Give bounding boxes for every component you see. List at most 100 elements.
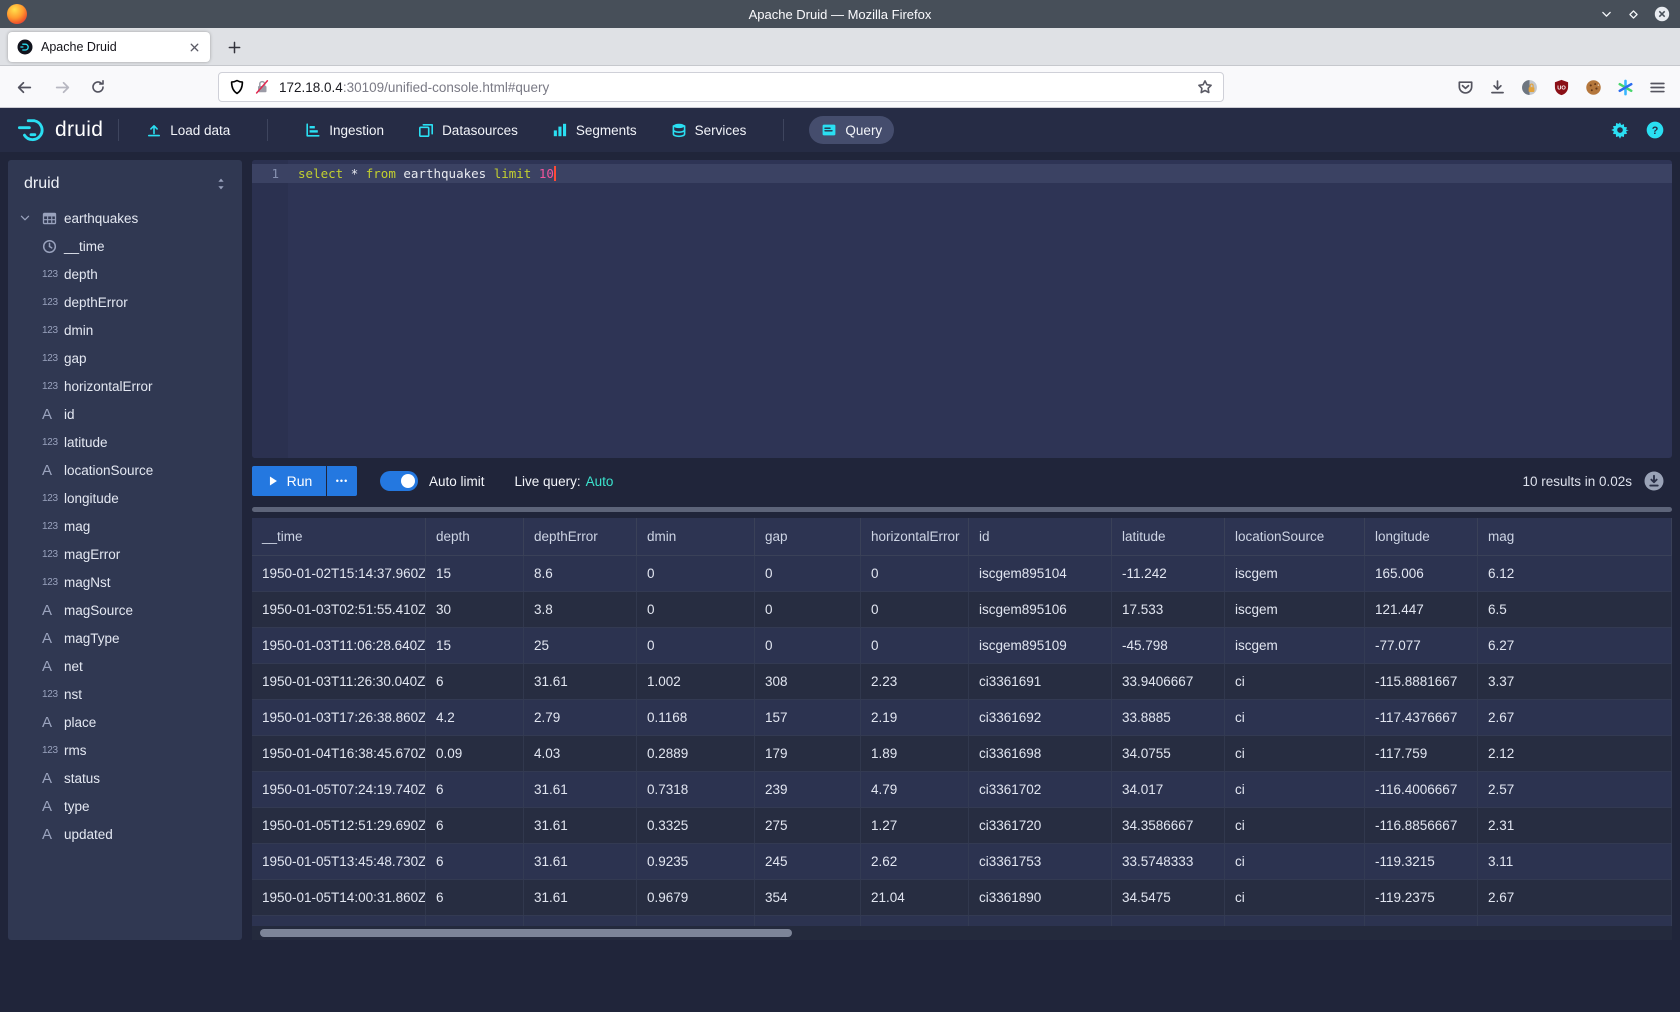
- menu-icon[interactable]: [1649, 79, 1666, 96]
- table-cell[interactable]: 179: [755, 736, 861, 771]
- column-header-locationSource[interactable]: locationSource: [1225, 518, 1365, 555]
- table-cell[interactable]: 3.8: [524, 592, 637, 627]
- table-cell[interactable]: 0.9679: [637, 880, 755, 915]
- pocket-icon[interactable]: [1457, 79, 1474, 96]
- table-cell[interactable]: 1950-01-05T14:00:31.860Z: [252, 880, 426, 915]
- table-cell[interactable]: 1950-01-03T02:51:55.410Z: [252, 592, 426, 627]
- table-cell[interactable]: 0.09: [426, 736, 524, 771]
- table-cell[interactable]: 1.002: [637, 664, 755, 699]
- sidebar-column-magError[interactable]: 123magError: [8, 540, 242, 568]
- table-cell[interactable]: iscgem: [1225, 556, 1365, 591]
- window-maximize-icon[interactable]: [1627, 8, 1640, 21]
- table-cell[interactable]: 308: [755, 664, 861, 699]
- sidebar-column-mag[interactable]: 123mag: [8, 512, 242, 540]
- table-cell[interactable]: -116.4006667: [1365, 772, 1478, 807]
- table-cell[interactable]: 6.12: [1478, 556, 1672, 591]
- table-cell[interactable]: 2.79: [524, 700, 637, 735]
- table-cell[interactable]: 33.9406667: [1112, 664, 1225, 699]
- sidebar-column-updated[interactable]: Aupdated: [8, 820, 242, 848]
- table-cell[interactable]: ci: [1225, 808, 1365, 843]
- table-cell[interactable]: 0.2889: [637, 736, 755, 771]
- table-cell[interactable]: iscgem895109: [969, 628, 1112, 663]
- table-cell[interactable]: 31.61: [524, 844, 637, 879]
- sql-query-text[interactable]: select * from earthquakes limit 10: [298, 164, 556, 183]
- table-cell[interactable]: 0: [637, 628, 755, 663]
- table-cell[interactable]: 3.11: [1478, 844, 1672, 879]
- sidebar-column-magNst[interactable]: 123magNst: [8, 568, 242, 596]
- table-cell[interactable]: 2.12: [1478, 736, 1672, 771]
- table-cell[interactable]: 30: [426, 592, 524, 627]
- table-cell[interactable]: 8.6: [524, 556, 637, 591]
- ublock-origin-icon[interactable]: UO: [1553, 79, 1570, 96]
- table-cell[interactable]: 34.0755: [1112, 736, 1225, 771]
- column-header-time[interactable]: __time: [252, 518, 426, 555]
- sidebar-column-gap[interactable]: 123gap: [8, 344, 242, 372]
- download-results-icon[interactable]: [1644, 471, 1664, 491]
- table-cell[interactable]: -117.4376667: [1365, 700, 1478, 735]
- table-cell[interactable]: 239: [755, 772, 861, 807]
- table-cell[interactable]: 1950-01-02T15:14:37.960Z: [252, 556, 426, 591]
- sql-editor[interactable]: 1 select * from earthquakes limit 10: [252, 160, 1672, 458]
- table-cell[interactable]: 245: [755, 844, 861, 879]
- table-cell[interactable]: 31.61: [524, 880, 637, 915]
- nav-item-services[interactable]: Services: [659, 116, 759, 144]
- table-cell[interactable]: -45.798: [1112, 628, 1225, 663]
- sidebar-column-depth[interactable]: 123depth: [8, 260, 242, 288]
- sidebar-column-longitude[interactable]: 123longitude: [8, 484, 242, 512]
- download-icon[interactable]: [1489, 79, 1506, 96]
- tracking-protection-shield-icon[interactable]: [229, 79, 245, 95]
- sidebar-column-rms[interactable]: 123rms: [8, 736, 242, 764]
- table-cell[interactable]: 165.006: [1365, 556, 1478, 591]
- table-cell[interactable]: 31.61: [524, 808, 637, 843]
- sidebar-column-locationSource[interactable]: AlocationSource: [8, 456, 242, 484]
- sidebar-column-dmin[interactable]: 123dmin: [8, 316, 242, 344]
- nav-item-segments[interactable]: Segments: [540, 116, 649, 144]
- horizontal-scrollbar-track[interactable]: [252, 926, 1672, 940]
- window-close-icon[interactable]: [1654, 6, 1670, 22]
- table-cell[interactable]: 33.5748333: [1112, 844, 1225, 879]
- table-cell[interactable]: 0.7318: [637, 772, 755, 807]
- table-cell[interactable]: ci3361890: [969, 880, 1112, 915]
- table-cell[interactable]: 34.017: [1112, 772, 1225, 807]
- sidebar-column-magSource[interactable]: AmagSource: [8, 596, 242, 624]
- table-cell[interactable]: iscgem: [1225, 592, 1365, 627]
- sidebar-column-depthError[interactable]: 123depthError: [8, 288, 242, 316]
- table-cell[interactable]: 4.2: [426, 700, 524, 735]
- table-cell[interactable]: 157: [755, 700, 861, 735]
- table-cell[interactable]: ci: [1225, 880, 1365, 915]
- table-cell[interactable]: 4.79: [861, 772, 969, 807]
- table-cell[interactable]: 6: [426, 772, 524, 807]
- table-cell[interactable]: ci3361702: [969, 772, 1112, 807]
- sidebar-column-place[interactable]: Aplace: [8, 708, 242, 736]
- table-cell[interactable]: ci: [1225, 700, 1365, 735]
- table-cell[interactable]: -119.3215: [1365, 844, 1478, 879]
- column-header-longitude[interactable]: longitude: [1365, 518, 1478, 555]
- column-header-gap[interactable]: gap: [755, 518, 861, 555]
- table-cell[interactable]: 0: [861, 592, 969, 627]
- sidebar-column-id[interactable]: Aid: [8, 400, 242, 428]
- table-cell[interactable]: 6: [426, 880, 524, 915]
- privacy-extension-icon[interactable]: [1521, 79, 1538, 96]
- table-cell[interactable]: 4.03: [524, 736, 637, 771]
- table-cell[interactable]: 1950-01-05T07:24:19.740Z: [252, 772, 426, 807]
- table-cell[interactable]: 2.67: [1478, 880, 1672, 915]
- table-cell[interactable]: 15: [426, 556, 524, 591]
- table-cell[interactable]: 2.19: [861, 700, 969, 735]
- druid-brand[interactable]: druid: [16, 115, 103, 145]
- chevron-down-icon[interactable]: [19, 212, 31, 224]
- sidebar-column-net[interactable]: Anet: [8, 652, 242, 680]
- table-cell[interactable]: 1.89: [861, 736, 969, 771]
- table-cell[interactable]: 2.31: [1478, 808, 1672, 843]
- table-cell[interactable]: 0: [755, 592, 861, 627]
- multicolor-asterisk-extension-icon[interactable]: [1617, 79, 1634, 96]
- table-cell[interactable]: 2.23: [861, 664, 969, 699]
- table-cell[interactable]: 6: [426, 664, 524, 699]
- table-cell[interactable]: 0: [755, 628, 861, 663]
- table-cell[interactable]: ci3361720: [969, 808, 1112, 843]
- table-cell[interactable]: 0: [861, 628, 969, 663]
- nav-item-ingestion[interactable]: Ingestion: [293, 116, 396, 144]
- table-cell[interactable]: 0.9235: [637, 844, 755, 879]
- sidebar-column-horizontalError[interactable]: 123horizontalError: [8, 372, 242, 400]
- pane-splitter[interactable]: [252, 507, 1672, 512]
- table-cell[interactable]: -115.8881667: [1365, 664, 1478, 699]
